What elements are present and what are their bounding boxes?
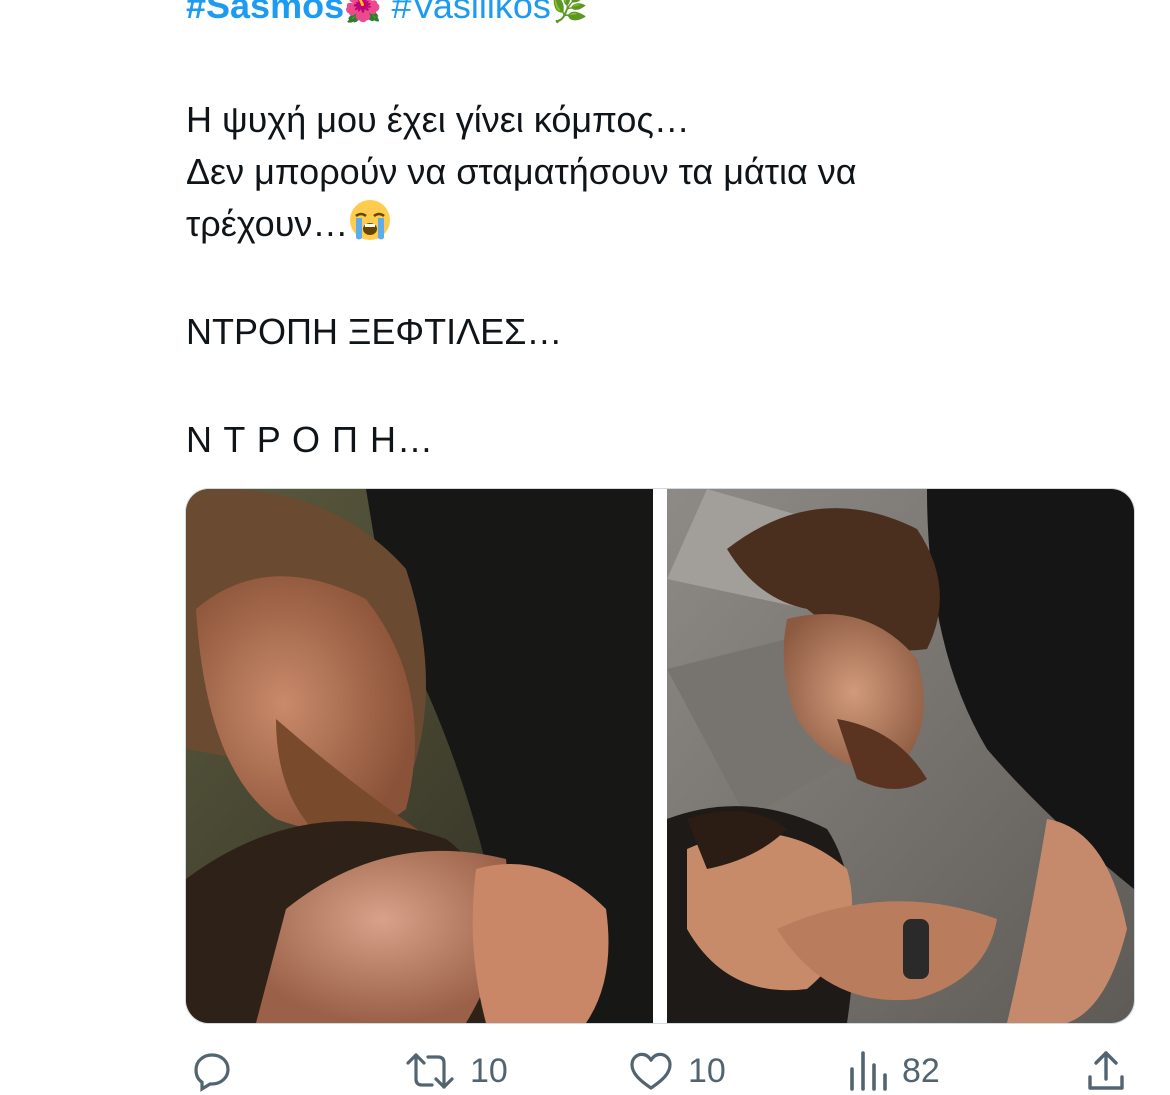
repost-icon bbox=[402, 1047, 458, 1095]
herb-icon: 🌿 bbox=[550, 0, 589, 25]
views-icon bbox=[846, 1047, 890, 1095]
hashtag-sasmos[interactable]: #Sasmos bbox=[186, 0, 344, 26]
like-count: 10 bbox=[688, 1051, 726, 1090]
hibiscus-icon: 🌺 bbox=[344, 0, 382, 25]
tweet-page: #Sasmos🌺 #Vasilikos🌿 Η ψυχή μου έχει γίν… bbox=[0, 0, 1170, 1095]
photo-left[interactable] bbox=[186, 489, 653, 1023]
hashtag-line: #Sasmos🌺 #Vasilikos🌿 bbox=[186, 0, 588, 28]
reply-icon bbox=[188, 1047, 236, 1095]
tweet-text-line: Η ψυχή μου έχει γίνει κόμπος… bbox=[186, 99, 690, 140]
tweet-text-fragment: τρέχουν… bbox=[186, 203, 349, 244]
repost-count: 10 bbox=[470, 1051, 508, 1090]
hashtag-vasilikos[interactable]: #Vasilikos bbox=[391, 0, 550, 26]
like-button[interactable]: 10 bbox=[626, 1046, 726, 1095]
tweet-actions: 10 10 82 bbox=[0, 1046, 1170, 1095]
tweet-text-line: ΝΤΡΟΠΗ ΞΕΦΤΙΛΕΣ… bbox=[186, 311, 563, 352]
views-button[interactable]: 82 bbox=[846, 1046, 940, 1095]
tweet-text-line: τρέχουν… bbox=[186, 198, 1086, 250]
tweet-media[interactable] bbox=[185, 488, 1135, 1024]
tweet-text-line: Ν Τ Ρ Ο Π Η… bbox=[186, 419, 435, 460]
share-icon bbox=[1082, 1047, 1130, 1095]
reply-button[interactable] bbox=[188, 1046, 236, 1095]
heart-icon bbox=[626, 1047, 676, 1095]
share-button[interactable] bbox=[1082, 1046, 1130, 1095]
loudly-crying-face-icon bbox=[348, 198, 392, 242]
views-count: 82 bbox=[902, 1051, 940, 1090]
repost-button[interactable]: 10 bbox=[402, 1046, 508, 1095]
tweet-text-line: Δεν μπορούν να σταματήσουν τα μάτια να bbox=[186, 151, 857, 192]
photo-right[interactable] bbox=[667, 489, 1134, 1023]
